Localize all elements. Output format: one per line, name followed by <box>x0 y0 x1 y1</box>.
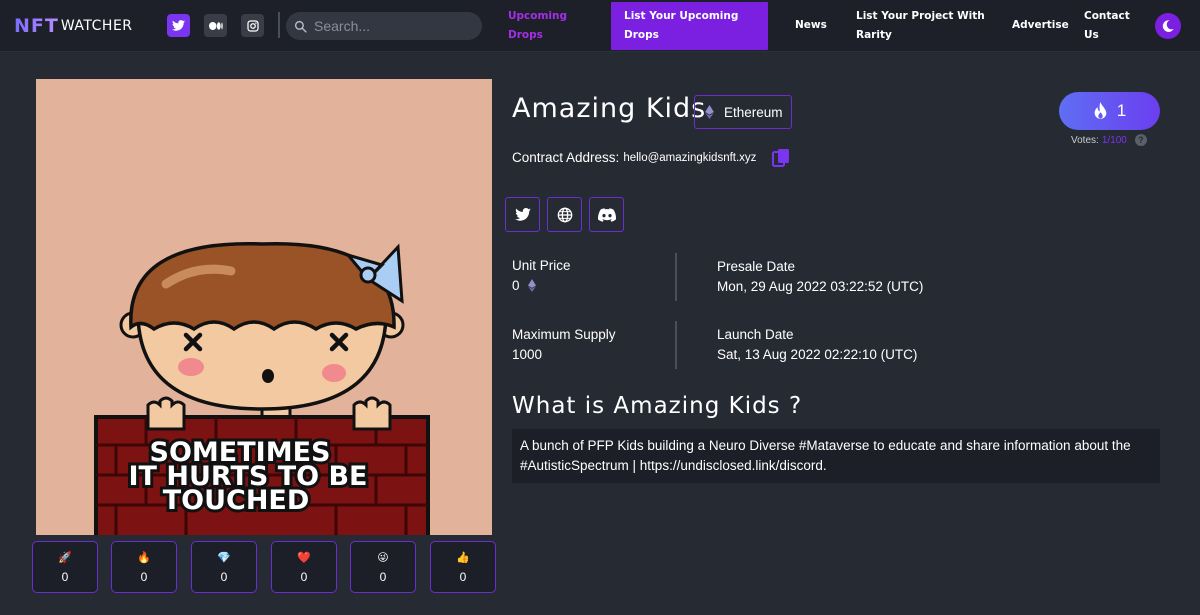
reaction-thumbs-up[interactable]: 👍 0 <box>430 541 496 593</box>
reaction-count: 0 <box>300 570 308 584</box>
thumbs-up-icon: 👍 <box>456 551 470 564</box>
nav-news[interactable]: News <box>795 16 827 35</box>
unit-price-amount: 0 <box>512 278 520 293</box>
reaction-diamond[interactable]: 💎 0 <box>191 541 257 593</box>
fire-icon: 🔥 <box>137 551 151 564</box>
ethereum-icon <box>527 279 536 292</box>
ethereum-icon <box>705 105 714 119</box>
reaction-count: 0 <box>140 570 148 584</box>
help-icon[interactable]: ? <box>1134 134 1147 146</box>
presale-date-label: Presale Date <box>717 259 796 274</box>
chain-label: Ethereum <box>724 104 783 120</box>
discord-link-button[interactable] <box>589 197 624 232</box>
reaction-count: 0 <box>379 570 387 584</box>
votes-progress: Votes: 1/100 ? <box>1071 134 1147 146</box>
theme-toggle[interactable] <box>1155 13 1181 39</box>
contract-value: hello@amazingkidsnft.xyz <box>623 151 757 164</box>
instagram-nav-button[interactable] <box>241 14 264 37</box>
search-input[interactable] <box>314 18 474 34</box>
nav-divider <box>278 12 280 38</box>
presale-date-value: Mon, 29 Aug 2022 03:22:52 (UTC) <box>717 279 924 294</box>
votes-label: Votes: <box>1071 134 1099 146</box>
medium-icon <box>208 21 223 30</box>
nft-image: SOMETIMES IT HURTS TO BE TOUCHED <box>36 79 492 535</box>
description-heading: What is Amazing Kids ? <box>512 393 803 419</box>
copy-icon[interactable] <box>772 148 790 168</box>
reaction-count: 0 <box>61 570 69 584</box>
twitter-icon <box>172 20 185 31</box>
nav-contact-us[interactable]: Contact Us <box>1084 7 1134 45</box>
moon-icon <box>1162 20 1174 32</box>
logo-text: WATCHER <box>60 18 133 34</box>
globe-icon <box>557 207 572 222</box>
instagram-icon <box>246 19 259 32</box>
description-text: A bunch of PFP Kids building a Neuro Div… <box>512 429 1160 483</box>
logo[interactable]: NFT WATCHER <box>14 14 133 38</box>
vote-button[interactable]: 1 <box>1059 92 1160 130</box>
nft-artwork: SOMETIMES IT HURTS TO BE TOUCHED <box>36 79 492 535</box>
vote-count: 1 <box>1116 101 1127 120</box>
navbar: NFT WATCHER Upcoming Drops List Your Upc… <box>0 0 1200 52</box>
nav-advertise[interactable]: Advertise <box>1012 16 1069 35</box>
reaction-wink[interactable]: 😜 0 <box>350 541 416 593</box>
contract-label: Contract Address: <box>512 150 620 165</box>
website-link-button[interactable] <box>547 197 582 232</box>
info-divider <box>675 321 677 369</box>
reaction-rocket[interactable]: 🚀 0 <box>32 541 98 593</box>
reaction-fire[interactable]: 🔥 0 <box>111 541 177 593</box>
max-supply-value: 1000 <box>512 347 543 362</box>
twitter-icon <box>514 208 531 221</box>
max-supply-label: Maximum Supply <box>512 327 616 342</box>
votes-value: 1/100 <box>1101 134 1127 146</box>
launch-date-label: Launch Date <box>717 327 794 342</box>
reaction-count: 0 <box>459 570 467 584</box>
unit-price-label: Unit Price <box>512 258 571 273</box>
nft-caption-line-3: TOUCHED <box>163 485 310 516</box>
project-title: Amazing Kids <box>512 93 707 124</box>
heart-icon: ❤️ <box>297 551 311 564</box>
contract-address: Contract Address: hello@amazingkidsnft.x… <box>512 150 756 165</box>
reaction-heart[interactable]: ❤️ 0 <box>271 541 337 593</box>
nav-list-project-rarity[interactable]: List Your Project With Rarity <box>856 7 986 45</box>
discord-icon <box>597 207 616 222</box>
rocket-icon: 🚀 <box>58 551 72 564</box>
unit-price-value: 0 <box>512 278 536 293</box>
diamond-icon: 💎 <box>217 551 231 564</box>
launch-date-value: Sat, 13 Aug 2022 02:22:10 (UTC) <box>717 347 918 362</box>
twitter-nav-button[interactable] <box>167 14 190 37</box>
reaction-bar: 🚀 0 🔥 0 💎 0 ❤️ 0 😜 0 👍 0 <box>32 541 496 593</box>
search-bar[interactable] <box>286 12 482 40</box>
info-divider <box>675 253 677 301</box>
twitter-link-button[interactable] <box>505 197 540 232</box>
fire-icon <box>1094 101 1107 119</box>
nav-upcoming-drops[interactable]: Upcoming Drops <box>508 7 588 45</box>
logo-mark: NFT <box>14 15 59 37</box>
wink-icon: 😜 <box>377 551 389 564</box>
medium-nav-button[interactable] <box>204 14 227 37</box>
search-icon <box>294 20 307 33</box>
reaction-count: 0 <box>220 570 228 584</box>
chain-badge: Ethereum <box>694 95 792 129</box>
nav-list-upcoming-drops[interactable]: List Your Upcoming Drops <box>611 2 768 50</box>
